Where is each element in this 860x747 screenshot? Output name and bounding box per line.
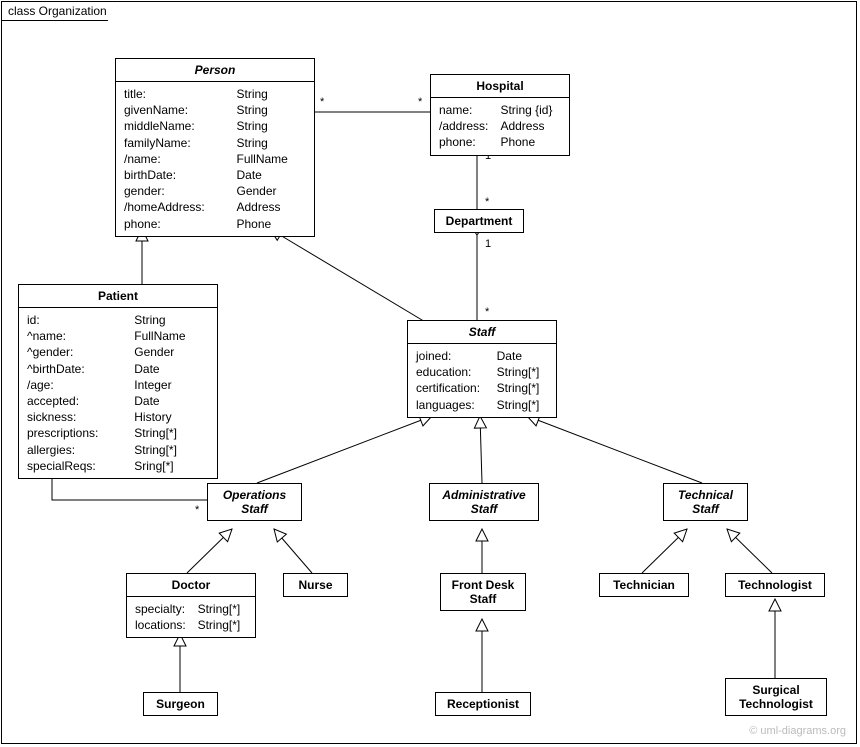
- class-attrs-doctor: specialty:String[*]locations:String[*]: [127, 597, 255, 637]
- class-title-doctor: Doctor: [127, 574, 255, 597]
- class-person: Person title:StringgivenName:Stringmiddl…: [115, 58, 315, 237]
- class-attrs-patient: id:String^name:FullName^gender:Gender^bi…: [19, 308, 217, 478]
- frame-title: class Organization: [1, 1, 118, 21]
- class-title-receptionist: Receptionist: [436, 693, 530, 715]
- mult-person-hospital-left: *: [320, 96, 324, 108]
- diagram-frame: class Organization: [1, 1, 857, 744]
- class-hospital: Hospital name:String {id}/address:Addres…: [430, 74, 570, 156]
- class-operations-staff: OperationsStaff: [207, 483, 302, 521]
- class-administrative-staff: AdministrativeStaff: [429, 483, 539, 521]
- class-title-front-desk-staff: Front DeskStaff: [441, 574, 525, 610]
- class-department: Department: [434, 209, 524, 233]
- class-title-person: Person: [116, 59, 314, 82]
- class-title-patient: Patient: [19, 285, 217, 308]
- class-title-technician: Technician: [600, 574, 688, 596]
- class-receptionist: Receptionist: [435, 692, 531, 716]
- class-technician: Technician: [599, 573, 689, 597]
- class-title-technical-staff: TechnicalStaff: [664, 484, 747, 520]
- class-surgeon: Surgeon: [143, 692, 218, 716]
- class-nurse: Nurse: [283, 573, 348, 597]
- mult-person-hospital-right: *: [418, 96, 422, 108]
- mult-patient-ops-right: *: [195, 504, 199, 516]
- class-title-technologist: Technologist: [726, 574, 824, 596]
- mult-dept-staff-bottom: *: [485, 306, 489, 318]
- class-technologist: Technologist: [725, 573, 825, 597]
- class-title-staff: Staff: [408, 321, 556, 344]
- class-attrs-staff: joined:Dateeducation:String[*]certificat…: [408, 344, 556, 417]
- class-title-hospital: Hospital: [431, 75, 569, 98]
- mult-dept-staff-top: 1: [485, 238, 491, 250]
- class-attrs-person: title:StringgivenName:StringmiddleName:S…: [116, 82, 314, 236]
- class-title-nurse: Nurse: [284, 574, 347, 596]
- class-title-department: Department: [435, 210, 523, 232]
- watermark: © uml-diagrams.org: [749, 725, 846, 737]
- class-title-surgeon: Surgeon: [144, 693, 217, 715]
- class-doctor: Doctor specialty:String[*]locations:Stri…: [126, 573, 256, 638]
- class-staff: Staff joined:Dateeducation:String[*]cert…: [407, 320, 557, 418]
- class-title-operations-staff: OperationsStaff: [208, 484, 301, 520]
- class-technical-staff: TechnicalStaff: [663, 483, 748, 521]
- class-title-administrative-staff: AdministrativeStaff: [430, 484, 538, 520]
- mult-hosp-dept-bottom: *: [485, 196, 489, 208]
- class-title-surgical-technologist: SurgicalTechnologist: [726, 679, 826, 715]
- class-attrs-hospital: name:String {id}/address:Addressphone:Ph…: [431, 98, 569, 155]
- class-patient: Patient id:String^name:FullName^gender:G…: [18, 284, 218, 479]
- class-surgical-technologist: SurgicalTechnologist: [725, 678, 827, 716]
- class-front-desk-staff: Front DeskStaff: [440, 573, 526, 611]
